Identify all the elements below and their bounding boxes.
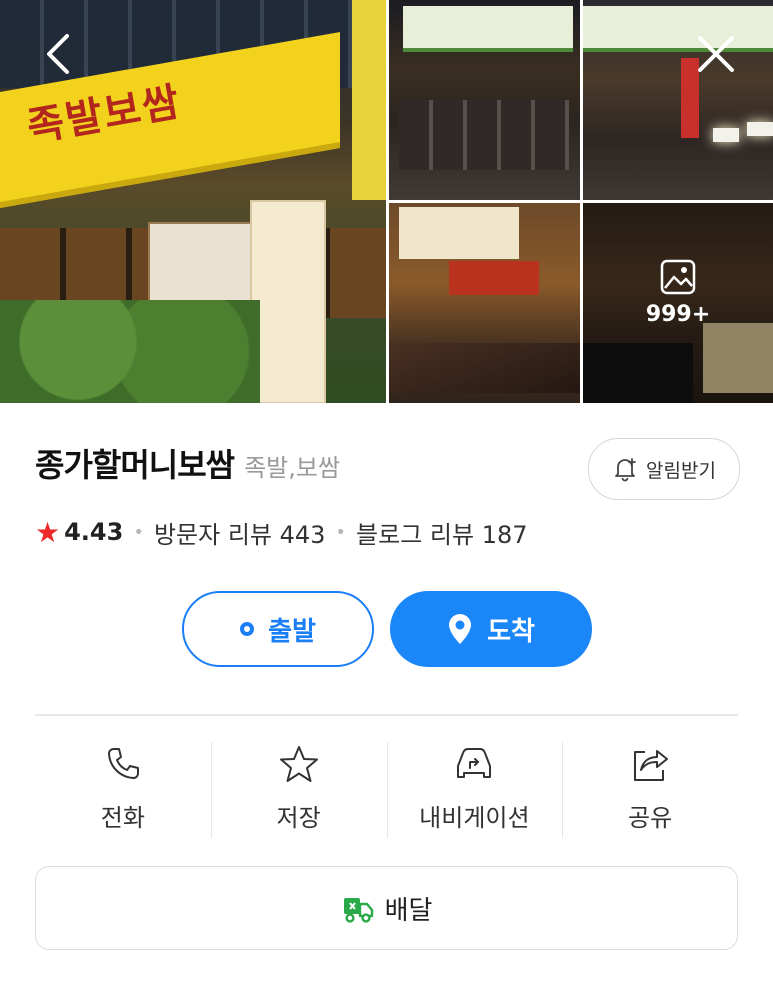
menu-banner <box>250 200 326 403</box>
separator-dot: • <box>335 521 347 543</box>
notification-button-label: 알림받기 <box>646 459 716 482</box>
location-pin-icon <box>449 614 472 644</box>
action-bar: 전화 저장 내비게이션 공유 <box>35 740 738 840</box>
menu-signboard <box>399 207 519 259</box>
lamp <box>747 122 773 136</box>
gallery-photo-3[interactable] <box>583 0 773 200</box>
place-category: 족발,보쌈 <box>244 454 341 482</box>
vertical-sign <box>352 0 386 200</box>
car-navigation-icon <box>457 748 492 778</box>
call-label: 전화 <box>100 804 145 832</box>
blog-reviews-link[interactable]: 블로그 리뷰 187 <box>356 515 527 550</box>
delivery-label: 배달 <box>384 895 433 926</box>
back-button[interactable] <box>30 26 86 82</box>
arrive-button-label: 도착 <box>487 616 535 647</box>
photo-banner <box>583 6 773 52</box>
gallery-photo-4[interactable] <box>389 203 580 403</box>
rating-score: 4.43 <box>64 518 124 546</box>
rating-row: ★ 4.43 • 방문자 리뷰 443 • 블로그 리뷰 187 <box>35 510 528 554</box>
photo-banner <box>403 6 573 52</box>
place-name: 종가할머니보쌈 <box>35 446 235 484</box>
visitor-reviews-link[interactable]: 방문자 리뷰 443 <box>154 515 325 550</box>
notification-button[interactable]: 알림받기 <box>588 438 740 500</box>
lamp <box>713 128 739 142</box>
origin-dot-icon <box>240 622 255 636</box>
delivery-truck-icon <box>343 898 373 923</box>
close-icon <box>698 36 734 72</box>
delivery-button[interactable]: 배달 <box>35 866 738 950</box>
share-label: 공유 <box>628 804 673 832</box>
photo-gallery: 족발보쌈 999+ <box>0 0 773 403</box>
arrive-button[interactable]: 도착 <box>390 591 592 667</box>
red-sign <box>449 261 539 295</box>
image-icon <box>660 259 696 295</box>
save-label: 저장 <box>276 804 321 832</box>
depart-button[interactable]: 출발 <box>182 591 374 667</box>
gallery-photo-2[interactable] <box>389 0 580 200</box>
more-photos-count: 999+ <box>645 302 711 327</box>
divider <box>35 714 738 716</box>
star-outline-icon <box>279 746 318 782</box>
bell-plus-icon <box>615 458 636 482</box>
call-button[interactable]: 전화 <box>35 740 211 840</box>
bushes <box>0 300 260 403</box>
gallery-photo-more[interactable]: 999+ <box>583 203 773 403</box>
share-button[interactable]: 공유 <box>562 740 738 840</box>
navigation-label: 내비게이션 <box>419 804 530 832</box>
separator-dot: • <box>133 521 144 543</box>
star-icon: ★ <box>35 515 61 549</box>
phone-icon <box>107 748 139 779</box>
place-title-row: 종가할머니보쌈 족발,보쌈 <box>35 440 595 492</box>
share-icon <box>634 750 669 781</box>
chevron-left-icon <box>47 34 69 74</box>
more-photos-overlay: 999+ <box>583 203 773 403</box>
navigation-button[interactable]: 내비게이션 <box>386 740 563 840</box>
outdoor-tables <box>399 100 569 170</box>
close-button[interactable] <box>688 26 744 82</box>
bench <box>389 343 580 393</box>
save-button[interactable]: 저장 <box>210 740 387 840</box>
depart-button-label: 출발 <box>268 616 316 647</box>
